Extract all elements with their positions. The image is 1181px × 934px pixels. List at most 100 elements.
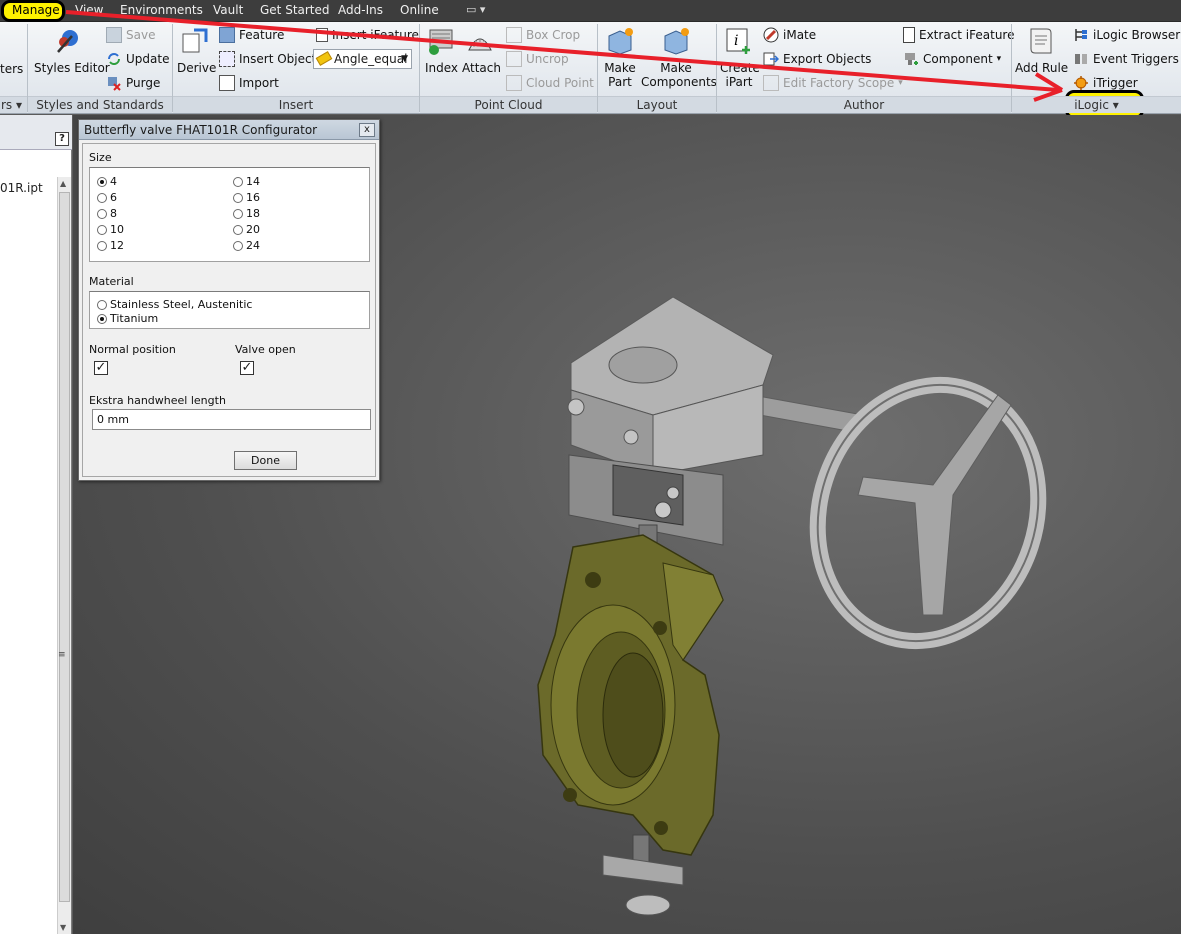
handwheel-length-input[interactable]: 0 mm xyxy=(92,409,371,430)
menu-environments[interactable]: Environments xyxy=(120,3,203,17)
browser-header: ? xyxy=(0,115,72,150)
splitter-grip-icon[interactable]: ≡ xyxy=(58,650,66,660)
dialog-title[interactable]: Butterfly valve FHAT101R Configurator xyxy=(79,120,379,140)
feature-button[interactable]: Feature xyxy=(219,27,284,43)
material-radio-titanium[interactable]: Titanium xyxy=(97,312,158,325)
edit-factory-scope-icon xyxy=(763,75,779,91)
menu-get-started[interactable]: Get Started xyxy=(260,3,330,17)
extract-ifeature-button[interactable]: Extract iFeature xyxy=(903,27,1014,43)
radio-icon xyxy=(97,192,107,203)
menu-online[interactable]: Online xyxy=(400,3,439,17)
make-components-button[interactable]: Make Components xyxy=(641,26,717,89)
panel-title-ilogic[interactable]: iLogic ▾ xyxy=(1012,96,1181,113)
radio-icon xyxy=(97,313,107,324)
purge-icon xyxy=(108,77,121,91)
derive-button[interactable]: Derive xyxy=(177,26,216,75)
menu-vault[interactable]: Vault xyxy=(213,3,243,17)
ilogic-browser-button[interactable]: iLogic Browser xyxy=(1073,27,1180,43)
uncrop-icon xyxy=(506,51,522,67)
menu-add-ins[interactable]: Add-Ins xyxy=(338,3,383,17)
radio-icon xyxy=(233,208,243,219)
event-triggers-button[interactable]: Event Triggers xyxy=(1073,51,1179,67)
styles-left-cut-button[interactable]: ters xyxy=(0,62,23,76)
box-crop-button[interactable]: Box Crop xyxy=(506,27,580,43)
normal-position-label: Normal position xyxy=(89,343,176,356)
panel-title-left-cut: rs ▾ xyxy=(0,96,27,113)
size-radio-14[interactable]: 14 xyxy=(233,175,260,188)
radio-icon xyxy=(97,299,107,310)
edit-factory-scope-button[interactable]: Edit Factory Scope ▾ xyxy=(763,75,903,91)
menu-view[interactable]: View xyxy=(75,3,103,17)
save-icon xyxy=(106,27,122,43)
scroll-down-icon[interactable]: ▼ xyxy=(60,923,66,932)
index-icon xyxy=(429,29,453,55)
close-icon[interactable]: x xyxy=(359,123,375,137)
itrigger-button[interactable]: iTrigger xyxy=(1073,75,1138,91)
cloud-point-button[interactable]: Cloud Point xyxy=(506,75,594,91)
scroll-up-icon[interactable]: ▲ xyxy=(60,179,66,188)
ribbon: ters rs ▾ Styles Editor Save Update Purg… xyxy=(0,22,1181,119)
component-button[interactable]: Component ▾ xyxy=(903,51,1001,67)
menu-manage[interactable]: Manage xyxy=(1,0,65,22)
import-icon xyxy=(219,75,235,91)
import-button[interactable]: Import xyxy=(219,75,279,91)
size-radio-4[interactable]: 4 xyxy=(97,175,117,188)
make-components-icon xyxy=(664,28,689,55)
attach-icon xyxy=(468,38,492,51)
svg-text:i: i xyxy=(734,33,738,49)
size-radio-16[interactable]: 16 xyxy=(233,191,260,204)
model-browser: ? 01R.ipt ▲ ▼ ≡ xyxy=(0,115,72,934)
browser-scrollbar[interactable]: ▲ ▼ xyxy=(57,177,71,934)
normal-position-checkbox[interactable]: ✓ xyxy=(94,361,108,375)
size-radio-20[interactable]: 20 xyxy=(233,223,260,236)
purge-button[interactable]: Purge xyxy=(106,75,160,91)
done-button[interactable]: Done xyxy=(234,451,297,470)
radio-icon xyxy=(97,176,107,187)
ribbon-minimize-icon[interactable]: ▭ ▾ xyxy=(466,3,485,16)
cloud-point-icon xyxy=(506,75,522,91)
insert-object-button[interactable]: Insert Object xyxy=(219,51,316,67)
feature-icon xyxy=(219,27,235,43)
create-ipart-button[interactable]: i Create iPart xyxy=(720,26,760,89)
save-button[interactable]: Save xyxy=(106,27,155,43)
size-label: Size xyxy=(89,151,112,164)
derive-icon xyxy=(182,28,208,53)
radio-icon xyxy=(233,192,243,203)
add-rule-button[interactable]: Add Rule xyxy=(1015,26,1068,75)
dialog-body: Size 4 6 8 10 12 14 16 18 20 24 Material… xyxy=(82,143,376,477)
configurator-dialog: Butterfly valve FHAT101R Configurator x … xyxy=(78,119,380,481)
size-radio-8[interactable]: 8 xyxy=(97,207,117,220)
size-radio-24[interactable]: 24 xyxy=(233,239,260,252)
update-button[interactable]: Update xyxy=(106,51,169,67)
index-button[interactable]: Index xyxy=(425,26,458,75)
radio-icon xyxy=(97,240,107,251)
scroll-thumb[interactable] xyxy=(59,192,70,902)
insert-ifeature-button[interactable]: Insert iFeature xyxy=(316,27,419,43)
radio-icon xyxy=(233,224,243,235)
styles-editor-button[interactable]: Styles Editor xyxy=(34,26,110,75)
radio-icon xyxy=(97,208,107,219)
size-radio-10[interactable]: 10 xyxy=(97,223,124,236)
material-radio-stainless[interactable]: Stainless Steel, Austenitic xyxy=(97,298,252,311)
valve-open-checkbox[interactable]: ✓ xyxy=(240,361,254,375)
styles-left-cut-label: ters xyxy=(0,62,24,76)
box-crop-icon xyxy=(506,27,522,43)
handwheel-length-label: Ekstra handwheel length xyxy=(89,394,226,407)
make-part-button[interactable]: Make Part xyxy=(602,26,638,89)
browser-file-item[interactable]: 01R.ipt xyxy=(0,181,43,195)
imate-button[interactable]: iMate xyxy=(763,27,816,43)
chevron-down-icon: ▼ xyxy=(401,54,408,64)
itrigger-icon xyxy=(1074,76,1088,90)
size-radio-18[interactable]: 18 xyxy=(233,207,260,220)
menu-bar: Manage View Environments Vault Get Start… xyxy=(0,0,1181,22)
panel-title-author: Author xyxy=(717,96,1011,113)
panel-title-styles: Styles and Standards xyxy=(28,96,172,113)
panel-title-insert: Insert xyxy=(173,96,419,113)
export-objects-button[interactable]: Export Objects xyxy=(763,51,871,67)
angle-dropdown[interactable]: Angle_equal ▼ xyxy=(313,49,412,69)
size-radio-6[interactable]: 6 xyxy=(97,191,117,204)
attach-button[interactable]: Attach xyxy=(462,26,501,75)
size-radio-12[interactable]: 12 xyxy=(97,239,124,252)
help-icon[interactable]: ? xyxy=(55,132,69,146)
uncrop-button[interactable]: Uncrop xyxy=(506,51,569,67)
